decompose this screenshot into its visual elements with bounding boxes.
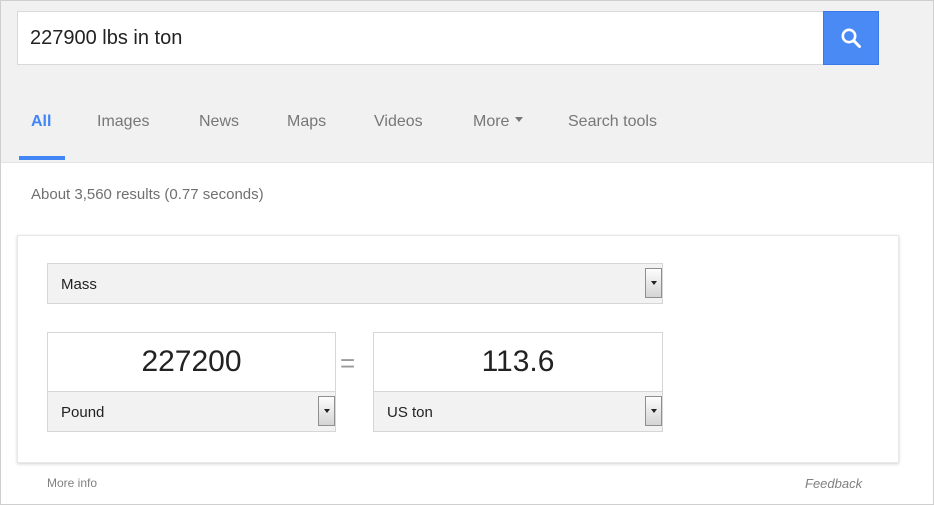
search-button[interactable]: [823, 11, 879, 65]
to-unit-box: US ton: [373, 332, 663, 432]
to-unit-label: US ton: [387, 404, 433, 421]
category-select-value: Mass: [61, 276, 97, 293]
page-frame: All Images News Maps Videos More Search …: [0, 0, 934, 505]
to-value-input[interactable]: [374, 333, 662, 391]
from-value-input[interactable]: [48, 333, 335, 391]
tab-maps[interactable]: Maps: [287, 113, 326, 131]
tab-images[interactable]: Images: [97, 113, 149, 131]
tab-more[interactable]: More: [473, 113, 524, 131]
chevron-down-icon: [515, 117, 524, 123]
from-unit-select[interactable]: Pound: [47, 391, 336, 432]
dropdown-arrow-icon[interactable]: [645, 268, 662, 298]
tab-news[interactable]: News: [199, 113, 239, 131]
tab-videos[interactable]: Videos: [374, 113, 423, 131]
search-icon: [841, 28, 861, 48]
feedback-link[interactable]: Feedback: [805, 476, 862, 491]
results-stats: About 3,560 results (0.77 seconds): [31, 186, 264, 203]
category-select[interactable]: Mass: [47, 263, 663, 304]
search-input[interactable]: [30, 12, 810, 64]
unit-converter-card: Mass Pound US ton: [17, 235, 899, 463]
dropdown-arrow-icon[interactable]: [645, 396, 662, 426]
more-info-link[interactable]: More info: [47, 476, 97, 490]
dropdown-arrow-icon[interactable]: [318, 396, 335, 426]
from-unit-box: Pound: [47, 332, 336, 432]
from-unit-label: Pound: [61, 404, 105, 421]
equals-sign: =: [340, 348, 356, 378]
tab-more-label: More: [473, 113, 510, 130]
search-box[interactable]: [17, 11, 823, 65]
tab-all[interactable]: All: [31, 113, 51, 131]
search-nav-tabs: All Images News Maps Videos More Search …: [1, 99, 933, 162]
to-unit-select[interactable]: US ton: [373, 391, 663, 432]
active-tab-indicator: [19, 156, 65, 160]
search-header: All Images News Maps Videos More Search …: [1, 1, 933, 163]
tab-search-tools[interactable]: Search tools: [568, 113, 657, 131]
